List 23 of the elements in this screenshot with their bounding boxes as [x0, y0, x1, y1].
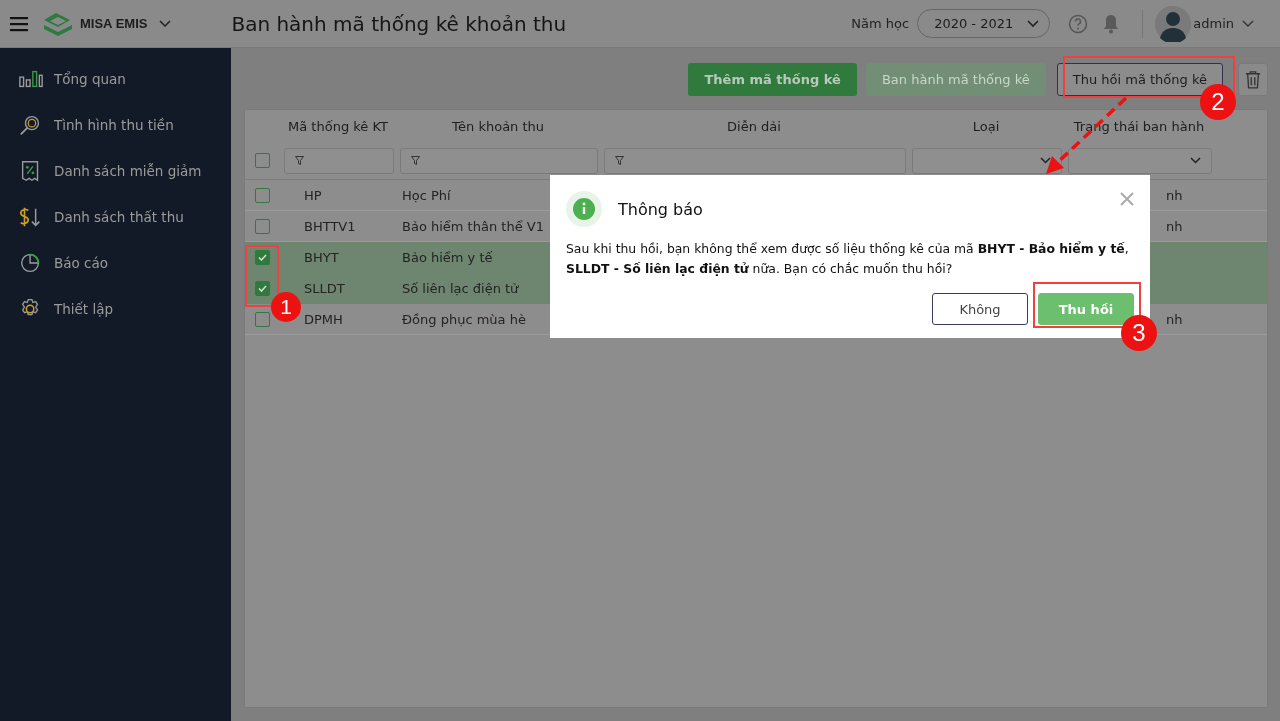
column-header: Loại: [971, 117, 1001, 136]
table-cell: Bảo hiểm thân thể V1: [402, 218, 544, 234]
table-cell: Số liên lạc điện tử: [402, 280, 519, 296]
table-cell: nh: [1166, 218, 1183, 234]
dialog-message: Sau khi thu hồi, bạn không thể xem được số liệu thống kê của mã BHYT - Bảo hiểm y tế, SLLDT - Số liên lạc điện tử nữa. Bạn có chắc muốn thu hồi?: [566, 240, 1130, 278]
table-cell: nh: [1166, 311, 1183, 327]
table-cell: BHYT: [304, 249, 339, 265]
table-cell: HP: [304, 187, 322, 203]
table-cell: nh: [1166, 187, 1183, 203]
table-cell: Học Phí: [402, 187, 451, 203]
table-cell: Đồng phục mùa hè: [402, 311, 526, 327]
column-header: Tên khoản thu: [450, 117, 546, 136]
table-cell: SLLDT: [304, 280, 345, 296]
table-cell: DPMH: [304, 311, 343, 327]
column-header: Mã thống kê KT: [287, 117, 389, 136]
column-header: Diễn dải: [726, 117, 782, 136]
page-title: Ban hành mã thống kê khoản thu: [231, 11, 567, 36]
table-cell: BHTTV1: [304, 218, 356, 234]
brand-name: MISA EMIS: [80, 16, 148, 31]
dialog-title: Thông báo: [618, 199, 703, 219]
table-cell: Bảo hiểm y tế: [402, 249, 493, 265]
year-label: Năm học: [851, 16, 910, 31]
column-header: Trạng thái ban hành: [1072, 117, 1206, 136]
